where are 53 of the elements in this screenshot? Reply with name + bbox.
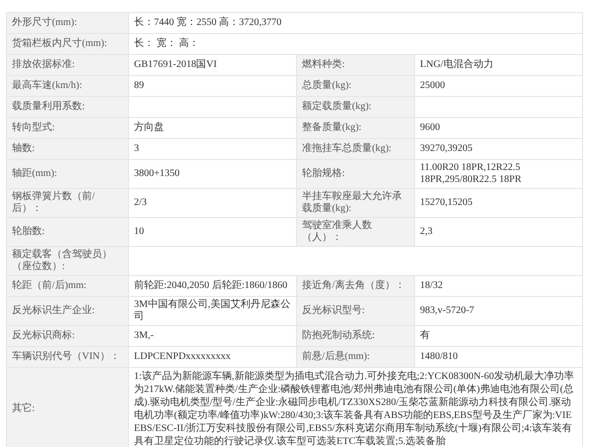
field-label: 轮胎规格: — [302, 168, 345, 179]
field-label: 接近角/离去角（度）： — [302, 280, 405, 291]
field-label: 轴距(mm): — [12, 168, 57, 179]
field-label: 额定载质量(kg): — [302, 101, 372, 112]
field-label: 轴数: — [12, 143, 35, 154]
field-label: 总质量(kg): — [302, 80, 352, 91]
field-value: LDPCENPDxxxxxxxxx — [134, 351, 231, 362]
field-label: 前悬/后悬(mm): — [302, 351, 370, 362]
field-value: 长： 宽： 高： — [134, 38, 199, 49]
field-value: 983,v-5720-7 — [420, 305, 474, 316]
field-value: 3M中国有限公司,美国艾利丹尼森公司 — [134, 299, 290, 322]
field-label: 驾驶室准乘人数（人）： — [302, 220, 372, 243]
field-value: 2,3 — [420, 226, 432, 237]
field-label: 额定载客（含驾驶员）（座位数）: — [12, 249, 112, 272]
field-value: 18/32 — [420, 280, 443, 291]
field-label: 反光标识生产企业: — [12, 305, 95, 316]
field-value: 1480/810 — [420, 351, 458, 362]
field-label: 钢板弹簧片数（前/后）： — [12, 191, 95, 214]
field-value: 3800+1350 — [134, 168, 180, 179]
field-value: 3 — [134, 143, 139, 154]
field-label: 载质量利用系数: — [12, 101, 85, 112]
field-value: 1:该产品为新能源车辆,新能源类型为插电式混合动力.可外接充电;2:YCK08300N-60发动机最大净功率为217kW.储能装置种类/生产企业:磷酸铁锂蓄电池/郑州弗迪电池有限公司(单体)弗迪电池有限公司(总成).驱动电机类型/型号/生产企业:永磁同步电机/TZ330XS280/玉柴芯蓝新能源动力科技有限公司.驱动电机功率(额定功率/峰值功率)kW:280/430;3:该车装备具有ABS功能的EBS,EBS型号及生产厂家为:VIE EBS/ESC-II/浙江万安科技股份有限公司,EBS5/东科克诺尔商用车制动系统(十堰)有限公司;4:该车装有具有卫星定位功能的行驶记录仪.该车型可选装ETC车载装置;5.选装备胎 — [134, 371, 574, 447]
field-value: 10 — [134, 226, 144, 237]
field-value: 11.00R20 18PR,12R22.5 18PR,295/80R22.5 18PR — [420, 162, 522, 185]
field-value: 方向盘 — [134, 122, 164, 133]
field-label: 整备质量(kg): — [302, 122, 362, 133]
field-label: 排放依据标准: — [12, 59, 75, 70]
field-label: 反光标识型号: — [302, 305, 365, 316]
field-value: 89 — [134, 80, 144, 91]
field-label: 车辆识别代号（VIN）： — [12, 351, 120, 362]
field-label: 货箱栏板内尺寸(mm): — [12, 38, 107, 49]
field-label: 半挂车鞍座最大允许承载质量(kg): — [302, 191, 402, 214]
field-value: 39270,39205 — [420, 143, 472, 154]
field-value: 前轮距:2040,2050 后轮距:1860/1860 — [134, 280, 288, 291]
field-value: 15270,15205 — [420, 197, 472, 208]
field-value: 有 — [420, 330, 430, 341]
field-label: 轮距（前/后)mm: — [12, 280, 86, 291]
field-label: 其它: — [12, 403, 35, 414]
field-value: LNG/电混合动力 — [420, 59, 494, 70]
field-value: 25000 — [420, 80, 445, 91]
field-label: 最高车速(km/h): — [12, 80, 82, 91]
field-value: 9600 — [420, 122, 440, 133]
field-label: 轮胎数: — [12, 226, 45, 237]
field-label: 反光标识商标: — [12, 330, 75, 341]
field-value: 长：7440 宽：2550 高：3720,3770 — [134, 17, 282, 28]
field-value: 3M,- — [134, 330, 154, 341]
field-value: GB17691-2018国VI — [134, 59, 217, 70]
field-label: 防抱死制动系统: — [302, 330, 375, 341]
field-label: 准拖挂车总质量(kg): — [302, 143, 392, 154]
field-label: 外形尺寸(mm): — [12, 17, 77, 28]
field-label: 转向型式: — [12, 122, 55, 133]
field-label: 燃料种类: — [302, 59, 345, 70]
field-value: 2/3 — [134, 197, 147, 208]
